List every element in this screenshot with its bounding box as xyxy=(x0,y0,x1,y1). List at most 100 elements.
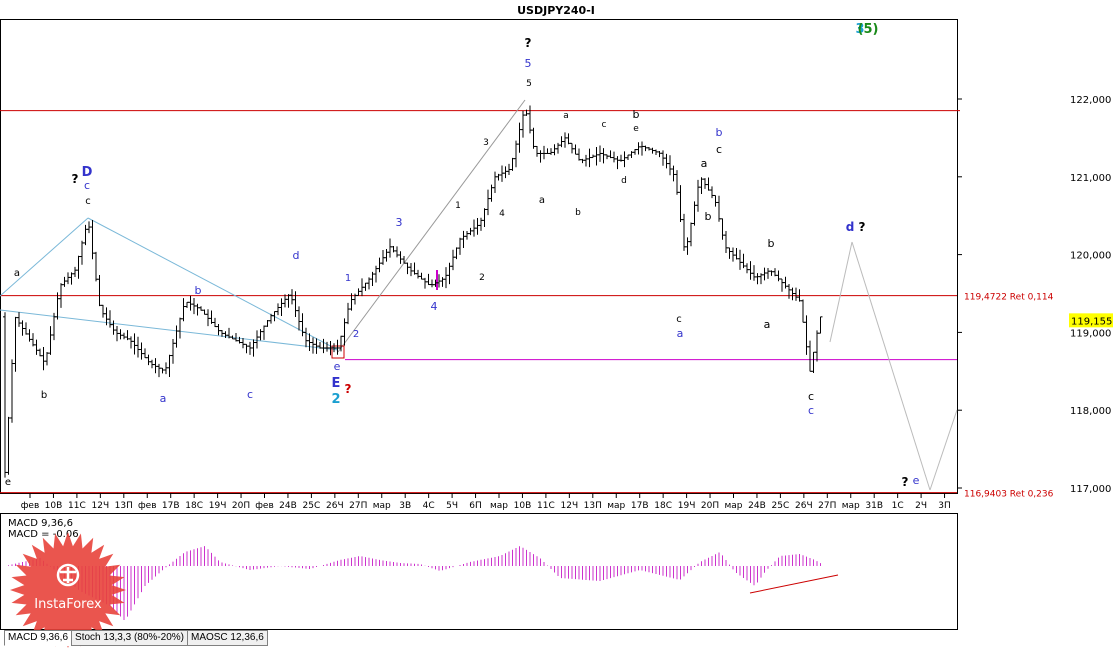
x-tick-label: 18С xyxy=(185,501,203,511)
wave-label: c xyxy=(808,390,814,403)
x-tick-label: 26Ч xyxy=(326,501,344,511)
level-label: 119,4722 Ret 0,114 xyxy=(964,293,1054,303)
x-tick-label: 19Ч xyxy=(678,501,696,511)
x-tick-label: 17В xyxy=(631,501,649,511)
wave-label: a xyxy=(160,392,167,405)
wave-label: b xyxy=(716,126,723,139)
level-label: 116,9403 Ret 0,236 xyxy=(964,490,1054,500)
wave-label: 2 xyxy=(479,273,485,283)
wave-label: 1 xyxy=(455,201,461,211)
chart-title: USDJPY240-I xyxy=(517,4,595,17)
chart: USDJPY240-I 119,4722 Ret 0,114 116,9403 R… xyxy=(0,4,1113,630)
x-tick-label: 31В xyxy=(865,501,883,511)
x-tick-label: 11С xyxy=(68,501,86,511)
wave-label: D xyxy=(82,165,93,180)
wave-label: 3 xyxy=(396,216,403,229)
wave-label: b xyxy=(633,108,640,121)
tab-stoch[interactable]: Stoch 13,3,3 (80%-20%) xyxy=(71,630,188,646)
tab-maosc[interactable]: MAOSC 12,36,6 xyxy=(186,630,268,646)
x-tick-label: 25С xyxy=(772,501,790,511)
x-tick-label: 20П xyxy=(232,501,250,511)
x-tick-label: 3В xyxy=(399,501,411,511)
wave-label: e xyxy=(633,124,639,134)
wave-label: b xyxy=(41,390,47,401)
wave-label: a xyxy=(764,318,771,331)
x-tick-label: 20П xyxy=(701,501,719,511)
current-price-label: 119,155 xyxy=(1071,316,1112,327)
x-tick-label: фев xyxy=(255,501,274,511)
wave-label: 5 xyxy=(525,57,532,70)
x-tick-label: 24В xyxy=(279,501,297,511)
indicator-tabs: MACD 9,36,6 Stoch 13,3,3 (80%-20%) MAOSC… xyxy=(4,630,268,646)
wave-label: c xyxy=(602,120,607,130)
x-tick-label: 10В xyxy=(45,501,63,511)
wave-label: c xyxy=(716,143,722,156)
wave-label: b xyxy=(195,284,202,297)
tab-macd[interactable]: MACD 9,36,6 xyxy=(4,630,73,646)
wave-label: ? xyxy=(345,382,352,396)
wave-label: ? xyxy=(902,475,909,489)
x-tick-label: 4С xyxy=(423,501,435,511)
x-tick-label: 13П xyxy=(115,501,133,511)
x-tick-label: 18С xyxy=(654,501,672,511)
main-pane xyxy=(0,19,958,494)
wave-label: a xyxy=(701,157,708,170)
x-tick-label: 27П xyxy=(349,501,367,511)
x-tick-label: 19Ч xyxy=(209,501,227,511)
x-tick-label: 11С xyxy=(537,501,555,511)
wave-label: e xyxy=(913,474,920,487)
x-tick-label: 24В xyxy=(748,501,766,511)
macd-label: MACD 9,36,6 xyxy=(8,518,73,529)
wave-label: ? xyxy=(859,220,866,234)
wave-label: d xyxy=(621,176,627,186)
wave-label: 5 xyxy=(526,79,532,89)
y-tick-label: 120,000 xyxy=(1070,251,1111,262)
y-tick-label: 122,000 xyxy=(1070,95,1111,106)
x-tick-label: мар xyxy=(724,501,742,511)
wave-label: b xyxy=(705,210,712,223)
wave-label: c xyxy=(676,314,682,325)
x-tick-label: 2Ч xyxy=(915,501,927,511)
x-tick-label: фев xyxy=(21,501,40,511)
wave-label: 1 xyxy=(345,273,351,284)
wave-label: c xyxy=(808,404,814,417)
x-tick-label: 25С xyxy=(303,501,321,511)
wave-label: e xyxy=(5,477,11,488)
wave-label: c xyxy=(85,196,91,207)
wave-label: a xyxy=(14,268,20,279)
x-tick-label: фев xyxy=(138,501,157,511)
x-tick-label: 13П xyxy=(584,501,602,511)
macd-pane xyxy=(0,513,958,630)
wave-label: 2 xyxy=(353,329,359,340)
x-tick-label: 12Ч xyxy=(561,501,579,511)
wave-label: 4 xyxy=(499,209,505,219)
wave-label: a xyxy=(563,111,569,121)
x-tick-label: 3П xyxy=(938,501,951,511)
wave-label: d xyxy=(846,220,855,234)
y-tick-label: 118,000 xyxy=(1070,406,1111,417)
x-tick-label: 26Ч xyxy=(795,501,813,511)
wave-label: a xyxy=(677,327,684,340)
x-tick-label: мар xyxy=(373,501,391,511)
wave-label: ? xyxy=(525,36,532,50)
x-tick-label: 10В xyxy=(514,501,532,511)
x-tick-label: 1С xyxy=(892,501,904,511)
y-tick-label: 119,000 xyxy=(1070,328,1111,339)
wave-label: b xyxy=(575,208,581,218)
x-tick-label: 17В xyxy=(162,501,180,511)
x-tick-label: 5Ч xyxy=(446,501,458,511)
wave-label: E xyxy=(332,376,341,391)
x-tick-label: 27П xyxy=(818,501,836,511)
wave-label: c xyxy=(84,179,90,192)
logo-text: InstaForex xyxy=(34,597,102,612)
wave-label: 4 xyxy=(431,300,438,313)
wave-label: 2 xyxy=(331,392,340,407)
wave-label: 3 xyxy=(483,138,489,148)
x-tick-label: мар xyxy=(490,501,508,511)
x-tick-label: мар xyxy=(842,501,860,511)
wave-label: a xyxy=(539,195,545,206)
y-tick-label: 121,000 xyxy=(1070,173,1111,184)
wave-label: d xyxy=(293,249,300,262)
wave-label: (5) xyxy=(858,22,879,37)
x-tick-label: 6П xyxy=(469,501,482,511)
